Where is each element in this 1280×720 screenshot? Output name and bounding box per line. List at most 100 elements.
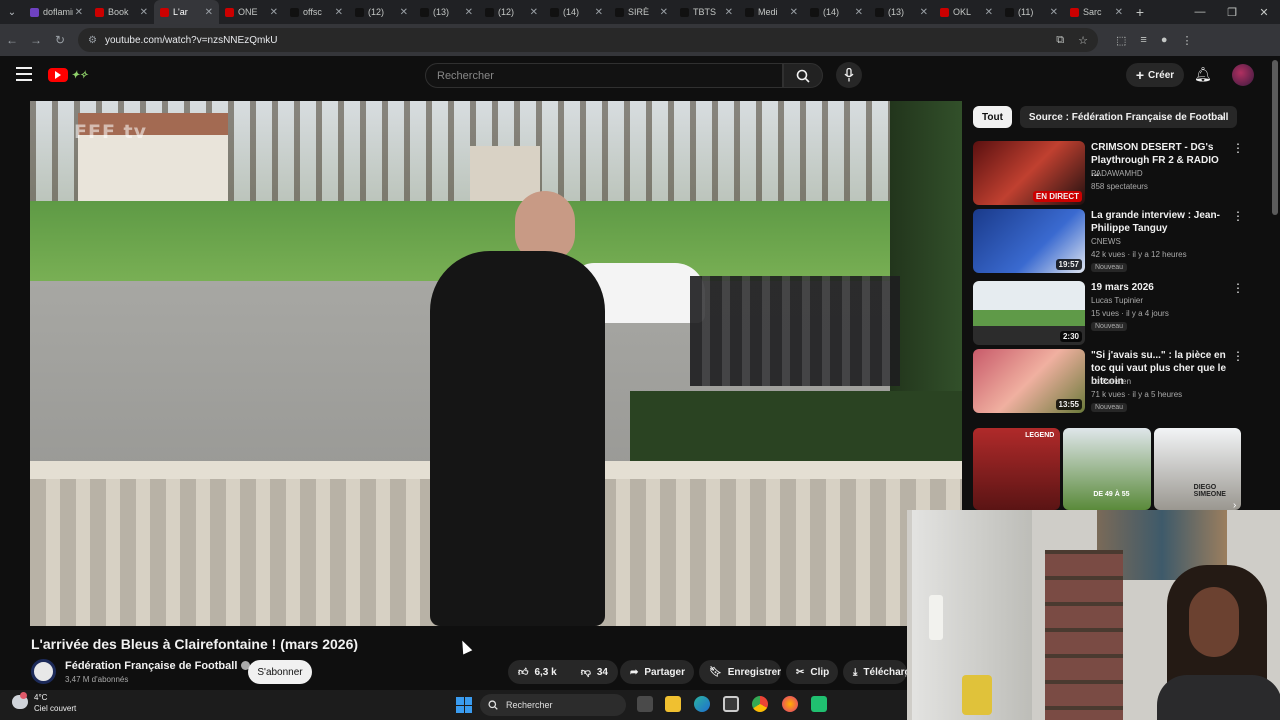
channel-name-text[interactable]: Fédération Française de Football	[65, 660, 237, 672]
site-info-icon[interactable]: ⚙	[88, 35, 97, 46]
browser-tab[interactable]: (12) ✕	[349, 0, 414, 24]
more-options-icon[interactable]: ⋮	[1232, 209, 1244, 223]
profile-icon[interactable]: ●	[1161, 34, 1168, 47]
browser-tab[interactable]: SIRÈ ✕	[609, 0, 674, 24]
edge-browser-icon[interactable]	[694, 696, 710, 712]
tab-search-chevron-icon[interactable]: ⌄	[0, 0, 24, 24]
minimize-icon[interactable]: —	[1184, 6, 1216, 19]
browser-tab[interactable]: TBTS ✕	[674, 0, 739, 24]
create-button[interactable]: + Créer	[1126, 63, 1184, 87]
close-tab-icon[interactable]: ✕	[985, 7, 993, 18]
close-tab-icon[interactable]: ✕	[205, 7, 213, 18]
close-tab-icon[interactable]: ✕	[140, 7, 148, 18]
cast-icon[interactable]: ⧉	[1056, 34, 1064, 47]
page-scrollbar[interactable]	[1272, 60, 1278, 215]
browser-tab[interactable]: Medi ✕	[739, 0, 804, 24]
chrome-icon[interactable]	[752, 696, 768, 712]
maximize-icon[interactable]: ❐	[1216, 6, 1248, 19]
video-thumbnail[interactable]: 2:30	[973, 281, 1085, 345]
close-tab-icon[interactable]: ✕	[790, 7, 798, 18]
recommendation-item[interactable]: 13:55 "Si j'avais su..." : la pièce en to…	[973, 349, 1244, 415]
chip-all[interactable]: Tout	[973, 106, 1012, 128]
close-tab-icon[interactable]: ✕	[335, 7, 343, 18]
browser-tab[interactable]: Book ✕	[89, 0, 154, 24]
close-tab-icon[interactable]: ✕	[1050, 7, 1058, 18]
close-tab-icon[interactable]: ✕	[270, 7, 278, 18]
browser-tab[interactable]: offsc ✕	[284, 0, 349, 24]
close-tab-icon[interactable]: ✕	[660, 7, 668, 18]
subscribe-button[interactable]: S'abonner	[248, 660, 312, 684]
browser-tab[interactable]: (14) ✕	[544, 0, 609, 24]
recommendation-channel[interactable]: Lucas Tupinier	[1091, 296, 1143, 305]
recommendation-channel[interactable]: PADAWAMHD	[1091, 169, 1143, 178]
weather-cloud-icon[interactable]	[12, 692, 28, 709]
channel-name[interactable]: Fédération Française de Football	[65, 660, 251, 672]
recommendation-channel[interactable]: CNEWS	[1091, 237, 1121, 246]
more-options-icon[interactable]: ⋮	[1232, 141, 1244, 155]
recommendation-item[interactable]: 19:57 La grande interview : Jean-Philippe…	[973, 209, 1244, 275]
clip-button[interactable]: ✂ Clip	[786, 660, 838, 684]
short-thumbnail[interactable]: DIEGO SIMEONE	[1153, 428, 1241, 510]
chevron-right-icon[interactable]: ›	[1220, 110, 1224, 124]
extensions-icon[interactable]: ⬚	[1116, 34, 1126, 47]
weather-condition[interactable]: Ciel couvert	[34, 704, 76, 713]
video-thumbnail[interactable]: 19:57	[973, 209, 1085, 273]
store-icon[interactable]	[723, 696, 739, 712]
more-options-icon[interactable]: ⋮	[1232, 281, 1244, 295]
browser-tab[interactable]: OKL ✕	[934, 0, 999, 24]
browser-tab[interactable]: (14) ✕	[804, 0, 869, 24]
thumbs-up-icon[interactable]: 👍︎	[518, 666, 528, 678]
hamburger-menu-icon[interactable]	[16, 67, 32, 81]
video-thumbnail[interactable]: EN DIRECT	[973, 141, 1085, 205]
voice-search-button[interactable]	[836, 62, 862, 88]
close-tab-icon[interactable]: ✕	[855, 7, 863, 18]
close-tab-icon[interactable]: ✕	[595, 7, 603, 18]
new-tab-button[interactable]: +	[1129, 4, 1151, 20]
close-tab-icon[interactable]: ✕	[75, 7, 83, 18]
short-thumbnail[interactable]: LEGEND	[973, 428, 1061, 510]
forward-arrow-icon[interactable]: →	[24, 33, 48, 47]
video-player[interactable]: FFF tv	[30, 101, 962, 626]
save-button[interactable]: 🔖︎ Enregistrer	[699, 660, 781, 684]
search-input[interactable]: Rechercher	[425, 63, 783, 88]
firefox-icon[interactable]	[782, 696, 798, 712]
reload-icon[interactable]: ↻	[48, 33, 72, 47]
dislike-count[interactable]: 34	[597, 667, 608, 678]
recommendation-title[interactable]: La grande interview : Jean-Philippe Tang…	[1091, 209, 1229, 235]
weather-temperature[interactable]: 4°C	[34, 693, 47, 702]
taskbar-search[interactable]: Rechercher	[480, 694, 626, 716]
close-tab-icon[interactable]: ✕	[465, 7, 473, 18]
browser-tab[interactable]: (13) ✕	[414, 0, 479, 24]
recommendation-channel[interactable]: Le Parisien	[1091, 377, 1131, 386]
browser-tab[interactable]: L'ar ✕	[154, 0, 219, 24]
share-button[interactable]: ➦ Partager	[620, 660, 694, 684]
close-tab-icon[interactable]: ✕	[725, 7, 733, 18]
streaming-app-icon[interactable]	[811, 696, 827, 712]
windows-start-icon[interactable]	[456, 697, 472, 713]
youtube-logo[interactable]: ✦✧	[48, 66, 110, 84]
video-thumbnail[interactable]: 13:55	[973, 349, 1085, 413]
media-control-icon[interactable]: ≡	[1140, 34, 1146, 47]
close-tab-icon[interactable]: ✕	[1115, 7, 1123, 18]
recommendation-title[interactable]: 19 mars 2026	[1091, 281, 1229, 294]
short-thumbnail[interactable]: DE 49 À 55	[1063, 428, 1151, 510]
recommendation-item[interactable]: EN DIRECT CRIMSON DESERT - DG's Playthrou…	[973, 141, 1244, 207]
download-button[interactable]: ⤓ Télécharger	[843, 660, 907, 684]
bookmark-star-icon[interactable]: ☆	[1078, 34, 1088, 47]
browser-tab[interactable]: ONE ✕	[219, 0, 284, 24]
browser-menu-icon[interactable]: ⋮	[1181, 34, 1192, 47]
search-button[interactable]	[783, 63, 823, 88]
browser-tab[interactable]: (11) ✕	[999, 0, 1064, 24]
browser-tab[interactable]: (13) ✕	[869, 0, 934, 24]
chip-source[interactable]: Source : Fédération Française de Footbal…	[1019, 106, 1238, 128]
recommendation-item[interactable]: 2:30 19 mars 2026 Lucas Tupinier 15 vues · …	[973, 281, 1244, 347]
more-options-icon[interactable]: ⋮	[1232, 349, 1244, 363]
close-window-icon[interactable]: ✕	[1248, 6, 1280, 19]
channel-avatar[interactable]	[31, 659, 56, 684]
close-tab-icon[interactable]: ✕	[920, 7, 928, 18]
like-count[interactable]: 6,3 k	[534, 667, 556, 678]
back-arrow-icon[interactable]: ←	[0, 33, 24, 47]
file-explorer-icon[interactable]	[665, 696, 681, 712]
close-tab-icon[interactable]: ✕	[530, 7, 538, 18]
notifications-bell-icon[interactable]: 🔔︎	[1194, 66, 1212, 83]
